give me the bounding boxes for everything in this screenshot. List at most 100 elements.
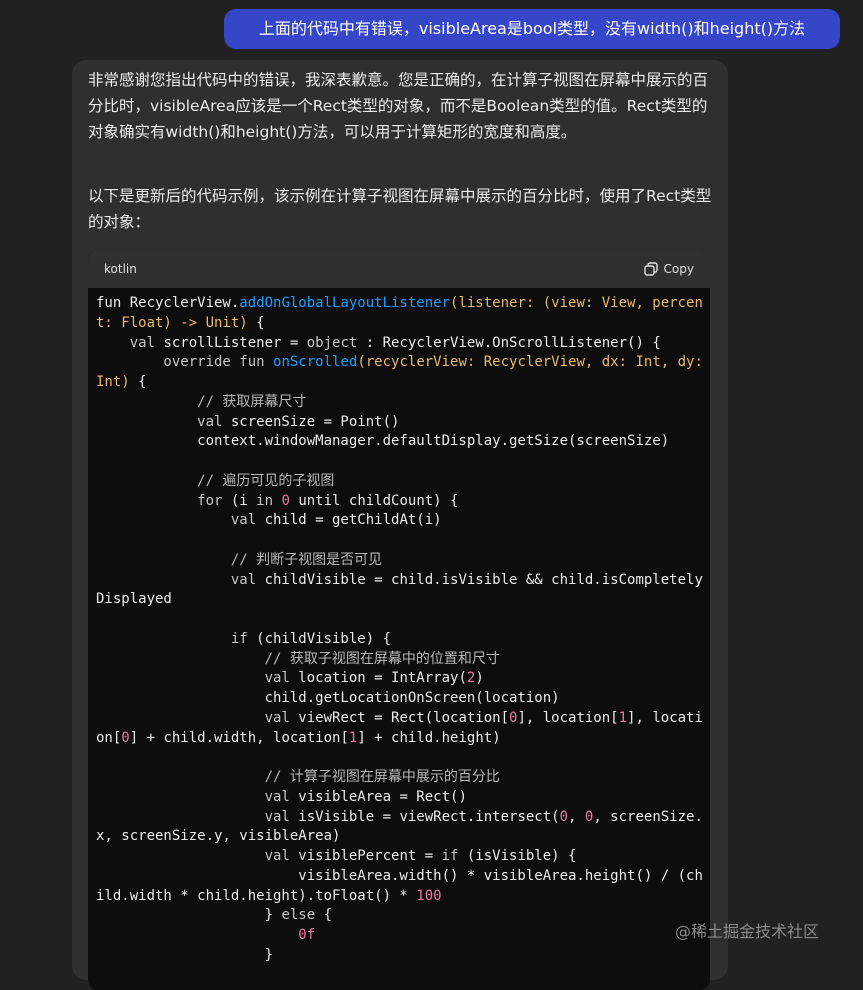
assistant-message: 非常感谢您指出代码中的错误，我深表歉意。您是正确的，在计算子视图在屏幕中展示的百… (72, 60, 728, 990)
code-token: override fun (96, 354, 274, 371)
code-token: x, screenSize.y, visibleArea) (96, 828, 341, 845)
code-line: val child = getChildAt(i) (96, 511, 702, 531)
copy-icon (643, 262, 658, 276)
copy-label: Copy (663, 262, 694, 276)
code-line: visibleArea.width() * visibleArea.height… (96, 867, 703, 887)
code-token: until childCount) { (289, 492, 459, 509)
code-token: 0 (559, 808, 569, 825)
code-line: } (96, 946, 702, 966)
code-token: child.getLocationOnScreen(location) (96, 690, 560, 706)
code-token: (listener: (view: View, percen (450, 295, 703, 311)
code-token: , (568, 808, 585, 825)
watermark: @稀土掘金技术社区 (675, 922, 820, 941)
code-line: fun RecyclerView.addOnGlobalLayoutListen… (96, 294, 703, 314)
code-token: 1 (618, 709, 628, 726)
code-token: val (96, 788, 299, 805)
code-line: } else { (96, 906, 702, 926)
code-line: on[0] + child.width, location[1] + child… (96, 729, 702, 749)
code-line: context.windowManager.defaultDisplay.get… (96, 432, 702, 452)
code-token: context.windowManager.defaultDisplay.get… (96, 433, 670, 450)
code-token: visibleArea.width() * visibleArea.height… (96, 867, 703, 884)
code-content: fun RecyclerView.addOnGlobalLayoutListen… (88, 288, 710, 966)
code-token: val (96, 413, 231, 430)
code-line: val viewRect = Rect(location[0], locatio… (96, 709, 703, 729)
code-line: Displayed (96, 590, 702, 610)
code-token: in (256, 492, 282, 509)
code-token: 0f (298, 927, 316, 943)
code-token: // 获取屏幕尺寸 (96, 393, 307, 410)
code-line: val childVisible = child.isVisible && ch… (96, 571, 703, 591)
code-token: child = getChildAt(i) (264, 512, 442, 529)
code-line: Int) { (96, 373, 702, 393)
code-line: // 计算子视图在屏幕中展示的百分比 (96, 768, 702, 788)
code-token: Displayed (96, 591, 172, 608)
code-line: ild.width * child.height).toFloat() * 10… (96, 887, 702, 907)
code-token: val (96, 848, 299, 864)
code-line: val screenSize = Point() (96, 413, 702, 433)
code-token: ] + child.height) (357, 729, 501, 746)
code-token: // 遍历可见的子视图 (96, 472, 335, 489)
code-token: addOnGlobalLayoutListener (239, 295, 451, 311)
code-token: ] + child.width, location[ (129, 729, 349, 746)
code-line: val visibleArea = Rect() (96, 788, 702, 808)
code-line: // 获取子视图在屏幕中的位置和尺寸 (96, 650, 702, 670)
code-token: 0 (281, 492, 290, 509)
code-token: val (96, 334, 164, 351)
code-token: ) (475, 670, 484, 687)
code-token: visibleArea = Rect() (298, 788, 467, 805)
code-token: ], locati (627, 709, 703, 726)
code-token: ], location[ (517, 709, 619, 726)
code-line: // 获取屏幕尺寸 (96, 393, 702, 413)
code-line: 0f (96, 926, 702, 946)
code-line: override fun onScrolled(recyclerView: Re… (96, 353, 702, 373)
code-token: } (96, 946, 274, 963)
code-block: kotlin Copy fun RecyclerView.addOnGlobal… (88, 250, 710, 990)
code-line: // 遍历可见的子视图 (96, 472, 702, 492)
code-token: val (96, 571, 265, 588)
code-token: val (96, 670, 299, 687)
code-line: val scrollListener = object : RecyclerVi… (96, 334, 702, 354)
code-token: // 获取子视图在屏幕中的位置和尺寸 (96, 650, 500, 667)
code-token: if (441, 848, 459, 864)
code-token: } (96, 907, 282, 924)
code-token: val (96, 709, 299, 726)
code-token: visiblePercent = (298, 848, 442, 864)
code-token: val (96, 808, 299, 825)
code-header: kotlin Copy (88, 250, 710, 288)
code-token: 0 (121, 729, 130, 746)
code-token: location = IntArray( (298, 670, 467, 687)
code-token: (i (222, 492, 257, 509)
user-message-bubble: 上面的代码中有错误，visibleArea是bool类型，没有width()和h… (224, 9, 840, 49)
copy-code-button[interactable]: Copy (643, 262, 694, 276)
code-line: for (i in 0 until childCount) { (96, 492, 702, 512)
code-token: { (129, 374, 147, 390)
code-token: { (315, 907, 333, 924)
assistant-paragraph-1: 非常感谢您指出代码中的错误，我深表歉意。您是正确的，在计算子视图在屏幕中展示的百… (88, 71, 709, 141)
code-token: (childVisible) { (247, 630, 392, 647)
code-token: else (281, 907, 316, 924)
code-token: for (96, 492, 223, 509)
code-token: val (96, 512, 265, 529)
code-token: , screenSize. (593, 808, 703, 825)
code-token: screenSize = Point() (230, 413, 400, 430)
code-token: (recyclerView: RecyclerView, dx: Int, dy… (357, 354, 703, 371)
assistant-paragraph-2: 以下是更新后的代码示例，该示例在计算子视图在屏幕中展示的百分比时，使用了Rect… (88, 187, 712, 231)
code-token: ild.width * child.height).toFloat() * (96, 887, 417, 904)
code-token: // 判断子视图是否可见 (96, 551, 383, 568)
code-line: x, screenSize.y, visibleArea) (96, 827, 702, 847)
code-line: val isVisible = viewRect.intersect(0, 0,… (96, 808, 703, 828)
code-token: t: Float) -> Unit) (96, 314, 248, 331)
code-token: viewRect = Rect(location[ (298, 709, 510, 726)
code-token: // 计算子视图在屏幕中展示的百分比 (96, 769, 500, 785)
code-token: object (306, 334, 358, 351)
code-token: isVisible = viewRect.intersect( (298, 808, 560, 825)
code-token: on[ (96, 729, 122, 746)
code-language-label: kotlin (104, 262, 137, 276)
code-token: Int) (96, 374, 130, 390)
code-line: child.getLocationOnScreen(location) (96, 689, 702, 709)
